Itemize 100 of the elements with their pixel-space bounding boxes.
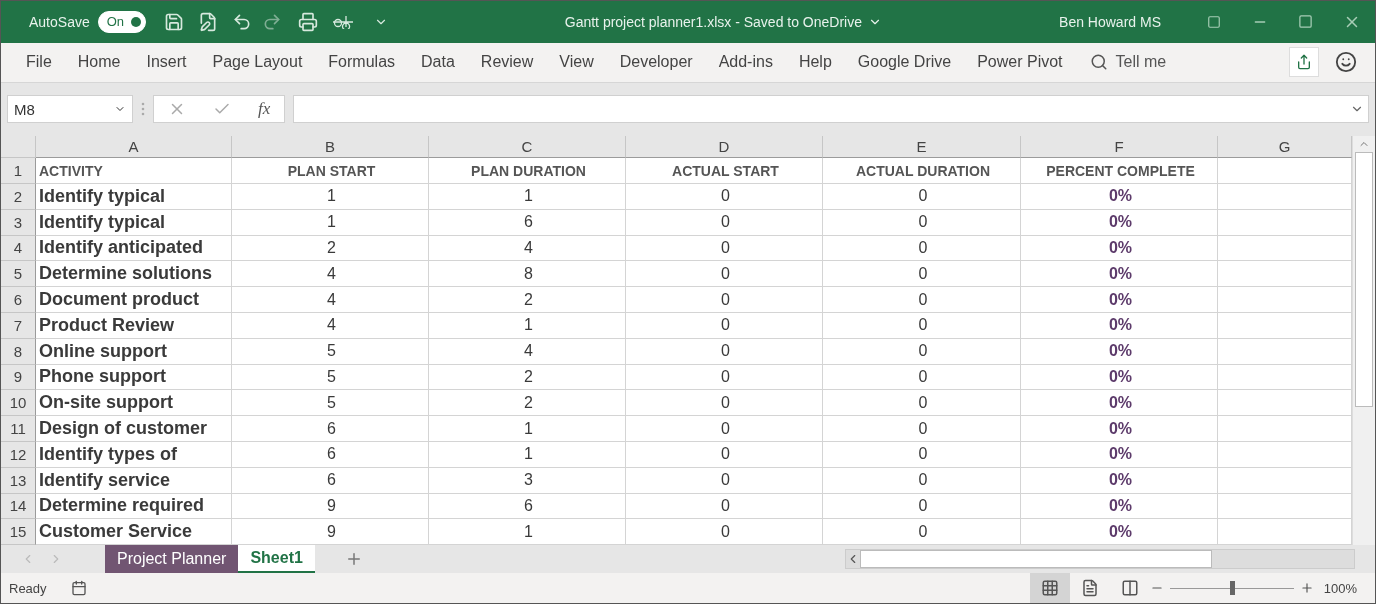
share-button[interactable] xyxy=(1289,47,1319,78)
row-header[interactable]: 2 xyxy=(1,184,36,210)
autosave-toggle[interactable]: On xyxy=(97,10,146,33)
table-cell: 8 xyxy=(429,261,626,288)
ribbon-tab[interactable]: Add-ins xyxy=(705,53,786,72)
table-cell: 0 xyxy=(626,235,823,262)
share-icon xyxy=(1296,54,1312,71)
table-cell: 0 xyxy=(823,235,1021,262)
column-header[interactable]: D xyxy=(626,136,823,159)
print-icon[interactable] xyxy=(297,11,318,32)
smiley-icon[interactable] xyxy=(1335,51,1357,74)
sheet-tab[interactable]: Project Planner xyxy=(105,545,239,573)
row-header[interactable]: 9 xyxy=(1,364,36,391)
table-cell: 0 xyxy=(626,493,823,520)
table-cell: 1 xyxy=(429,184,626,210)
column-header[interactable]: B xyxy=(232,136,429,159)
table-cell: 0 xyxy=(823,416,1021,442)
ribbon-tab[interactable]: File xyxy=(13,53,65,72)
column-title: ACTUAL DURATION xyxy=(823,158,1021,184)
table-cell: 4 xyxy=(429,235,626,262)
row-header[interactable]: 4 xyxy=(1,235,36,262)
table-cell: 0 xyxy=(823,209,1021,236)
column-title: ACTUAL START xyxy=(626,158,823,184)
normal-view-icon[interactable] xyxy=(1029,573,1070,603)
table-cell: 0% xyxy=(1021,338,1218,365)
ribbon-tab[interactable]: Formulas xyxy=(315,53,409,72)
table-cell: Phone support xyxy=(36,364,232,391)
table-cell: 0 xyxy=(823,184,1021,210)
save-icon[interactable] xyxy=(163,11,184,32)
table-cell: Design of customer xyxy=(36,416,232,442)
table-cell: Determine solutions xyxy=(36,261,232,288)
name-box[interactable]: M8 xyxy=(7,95,133,124)
ribbon-tab[interactable]: View xyxy=(546,53,607,72)
table-cell: 0 xyxy=(823,287,1021,313)
row-header[interactable]: 15 xyxy=(1,519,36,546)
column-header[interactable]: C xyxy=(429,136,626,159)
sheet-tab[interactable]: Sheet1 xyxy=(238,545,315,573)
column-title: PLAN START xyxy=(232,158,429,184)
status-text: Ready xyxy=(9,580,47,596)
table-cell: 0% xyxy=(1021,261,1218,288)
table-cell: 0 xyxy=(626,467,823,494)
table-cell: 0% xyxy=(1021,209,1218,236)
table-cell: 2 xyxy=(429,287,626,313)
table-cell: 0 xyxy=(823,338,1021,365)
table-cell: 5 xyxy=(232,338,429,365)
row-header[interactable]: 11 xyxy=(1,416,36,442)
column-header[interactable]: E xyxy=(823,136,1021,159)
vertical-scrollbar[interactable] xyxy=(1352,136,1375,546)
zoom-in-icon[interactable] xyxy=(1299,581,1314,595)
table-cell: 0 xyxy=(626,287,823,313)
table-cell: Determine required xyxy=(36,493,232,520)
table-cell: 0 xyxy=(626,313,823,339)
ribbon-tab[interactable]: Insert xyxy=(133,53,200,72)
user-name: Ben Howard MS xyxy=(1059,13,1161,30)
table-cell: 0 xyxy=(626,416,823,442)
column-header[interactable]: G xyxy=(1218,136,1352,159)
table-cell: 1 xyxy=(232,209,429,236)
calendar-icon[interactable] xyxy=(70,580,87,596)
tell-me-field[interactable]: Tell me xyxy=(1115,53,1167,72)
row-header[interactable]: 10 xyxy=(1,390,36,417)
row-header[interactable]: 1 xyxy=(1,158,36,184)
table-cell: 0 xyxy=(823,364,1021,391)
column-header[interactable]: F xyxy=(1021,136,1218,159)
horizontal-scrollbar[interactable] xyxy=(845,549,1355,570)
table-cell: 0 xyxy=(823,441,1021,468)
ribbon-tab[interactable]: Google Drive xyxy=(844,53,965,72)
column-header[interactable]: A xyxy=(36,136,232,159)
row-header[interactable]: 3 xyxy=(1,209,36,236)
row-header[interactable]: 5 xyxy=(1,261,36,288)
table-cell: Document product xyxy=(36,287,232,313)
strikethrough-icon[interactable] xyxy=(331,14,354,29)
table-cell: 1 xyxy=(232,184,429,210)
ribbon-tab[interactable]: Help xyxy=(785,53,845,72)
row-header[interactable]: 6 xyxy=(1,287,36,313)
table-cell: 9 xyxy=(232,493,429,520)
row-header[interactable]: 8 xyxy=(1,338,36,365)
table-cell: Identify service xyxy=(36,467,232,494)
table-cell: 2 xyxy=(232,235,429,262)
ribbon-tab[interactable]: Page Layout xyxy=(199,53,316,72)
ribbon-tab[interactable]: Data xyxy=(408,53,468,72)
ribbon-tab[interactable]: Home xyxy=(64,53,134,72)
row-header[interactable]: 14 xyxy=(1,493,36,520)
ribbon-tab[interactable]: Review xyxy=(467,53,547,72)
ribbon-tab[interactable]: Power Pivot xyxy=(964,53,1076,72)
table-cell: Online support xyxy=(36,338,232,365)
table-cell: 4 xyxy=(429,338,626,365)
window-title: Gantt project planner1.xlsx - Saved to OneDrive xyxy=(564,13,862,30)
formula-field[interactable] xyxy=(293,95,1369,124)
table-cell: 6 xyxy=(232,467,429,494)
insert-function-button[interactable]: fx xyxy=(258,99,271,120)
table-cell: 4 xyxy=(232,261,429,288)
row-header[interactable]: 13 xyxy=(1,467,36,494)
row-header[interactable]: 7 xyxy=(1,313,36,339)
ribbon-tab[interactable]: Developer xyxy=(606,53,706,72)
table-cell: 0% xyxy=(1021,467,1218,494)
autosave-label: AutoSave xyxy=(29,13,90,30)
search-icon[interactable] xyxy=(1089,53,1108,72)
zoom-thumb[interactable] xyxy=(1229,581,1235,595)
row-header[interactable]: 12 xyxy=(1,441,36,468)
undo-icon[interactable] xyxy=(231,11,252,32)
